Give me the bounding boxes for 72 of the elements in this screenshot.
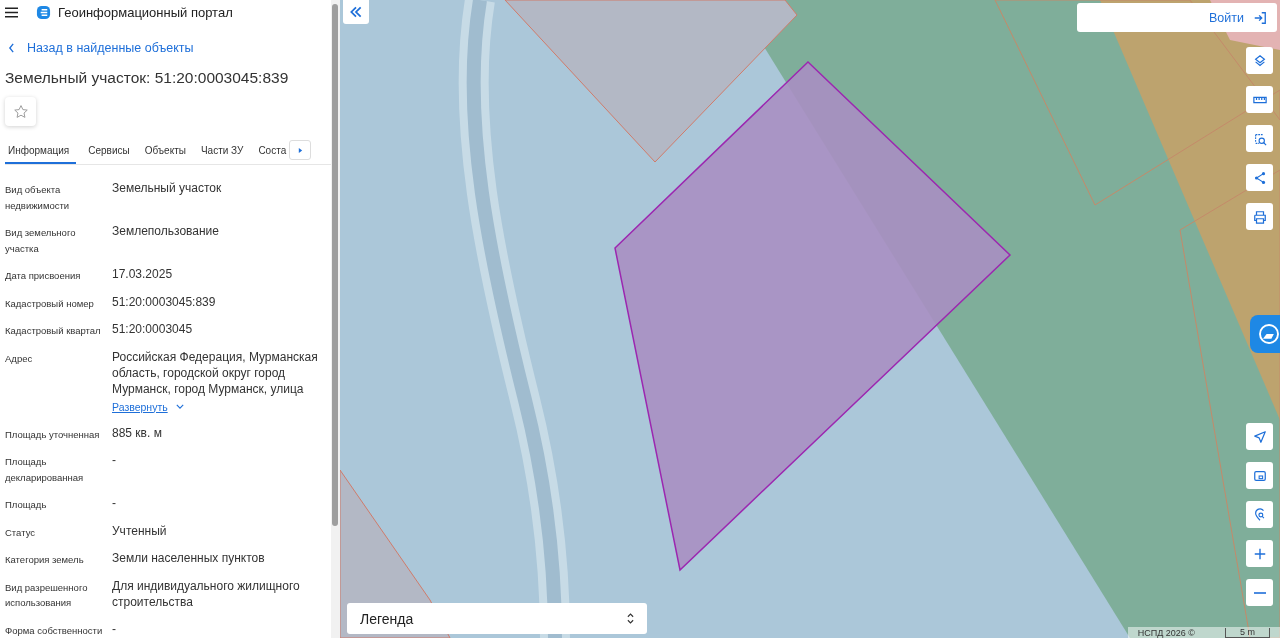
login-button[interactable]: Войти bbox=[1077, 3, 1277, 32]
ruler-button[interactable] bbox=[1246, 86, 1273, 113]
collapse-panel-button[interactable] bbox=[343, 0, 369, 24]
zoom-in-icon bbox=[1252, 546, 1267, 561]
share-button[interactable] bbox=[1246, 164, 1273, 191]
field-label: Дата присвоения bbox=[5, 269, 82, 283]
zoom-in-button[interactable] bbox=[1246, 540, 1273, 567]
field-value: Землепользование bbox=[112, 223, 220, 239]
field-value: - bbox=[112, 452, 117, 468]
field-label: Кадастровый квартал bbox=[5, 324, 102, 338]
tab[interactable]: Информация bbox=[5, 138, 77, 164]
layers-icon bbox=[1252, 53, 1267, 68]
field-value: 885 кв. м bbox=[112, 424, 163, 441]
zoom-out-icon bbox=[1252, 591, 1267, 594]
menu-icon[interactable] bbox=[5, 6, 18, 18]
field-label: Площадь декларированная bbox=[5, 455, 85, 485]
location-search-icon bbox=[1252, 507, 1267, 522]
minimap-icon bbox=[1252, 468, 1267, 483]
navigation-button[interactable] bbox=[1246, 423, 1273, 450]
tab[interactable]: Сервисы bbox=[85, 138, 133, 164]
field-label: Вид объекта недвижимости bbox=[5, 183, 71, 213]
zoom-out-button[interactable] bbox=[1246, 579, 1273, 606]
field-value: 17.03.2025 bbox=[112, 266, 174, 282]
field-label: Площадь bbox=[5, 498, 48, 512]
field-label: Адрес bbox=[5, 351, 34, 366]
field-label: Кадастровый номер bbox=[5, 296, 95, 311]
double-chevron-left-icon bbox=[349, 5, 363, 19]
scale-bar: 5 m bbox=[1225, 627, 1270, 638]
print-button[interactable] bbox=[1246, 203, 1273, 230]
location-search-button[interactable] bbox=[1246, 501, 1273, 528]
field-label: Статус bbox=[5, 525, 37, 540]
back-link[interactable]: Назад в найденные объекты bbox=[8, 41, 194, 55]
field-label: Площадь уточненная bbox=[5, 427, 101, 442]
chevron-down-icon bbox=[175, 404, 184, 409]
field-value: 51:20:0003045:839 bbox=[112, 293, 217, 310]
navigation-icon bbox=[1252, 429, 1267, 444]
field-label: Вид земельного участка bbox=[5, 226, 77, 256]
field-label: Форма собственности bbox=[5, 623, 104, 638]
attribution-text: НСПД 2026 © bbox=[1137, 627, 1195, 638]
field-value: 51:20:0003045 bbox=[112, 321, 194, 337]
field-value: - bbox=[112, 620, 117, 637]
share-icon bbox=[1252, 170, 1267, 185]
tab[interactable]: Соста bbox=[255, 138, 290, 164]
field-value: Для индивидуального жилищного строительства bbox=[112, 577, 301, 610]
field-value: Учтенный bbox=[112, 522, 168, 539]
back-chevron-icon bbox=[8, 43, 15, 53]
portal-title: Геоинформационный портал bbox=[58, 4, 233, 20]
expand-link[interactable]: Развернуть bbox=[112, 400, 184, 413]
field-label: Категория земель bbox=[5, 553, 85, 567]
legend-select[interactable]: Легенда bbox=[347, 603, 647, 634]
tab[interactable]: Части ЗУ bbox=[197, 138, 247, 164]
chat-button[interactable] bbox=[1250, 315, 1280, 353]
chat-icon bbox=[1257, 322, 1280, 346]
scrollbar-thumb[interactable] bbox=[332, 4, 338, 526]
field-value: Земли населенных пунктов bbox=[112, 550, 266, 566]
select-area-button[interactable] bbox=[1246, 125, 1273, 152]
login-icon bbox=[1253, 10, 1267, 25]
select-area-icon bbox=[1252, 131, 1267, 146]
right-triangle-icon bbox=[297, 146, 303, 154]
logo-icon bbox=[36, 4, 51, 20]
field-value: Российская Федерация, Мурманская область, городской округ город Мурманск, город Мурманск, улица bbox=[112, 348, 319, 397]
up-down-chevron-icon bbox=[627, 613, 634, 624]
field-label: Вид разрешенного использования bbox=[5, 580, 89, 610]
print-icon bbox=[1252, 209, 1267, 224]
field-value: - bbox=[112, 495, 117, 511]
object-title: Земельный участок: 51:20:0003045:839 bbox=[5, 69, 290, 87]
favorite-button[interactable] bbox=[5, 97, 36, 126]
field-value: Земельный участок bbox=[112, 180, 223, 196]
tab[interactable]: Объекты bbox=[141, 138, 189, 164]
minimap-button[interactable] bbox=[1246, 462, 1273, 489]
star-icon bbox=[12, 103, 29, 120]
layers-button[interactable] bbox=[1246, 47, 1273, 74]
